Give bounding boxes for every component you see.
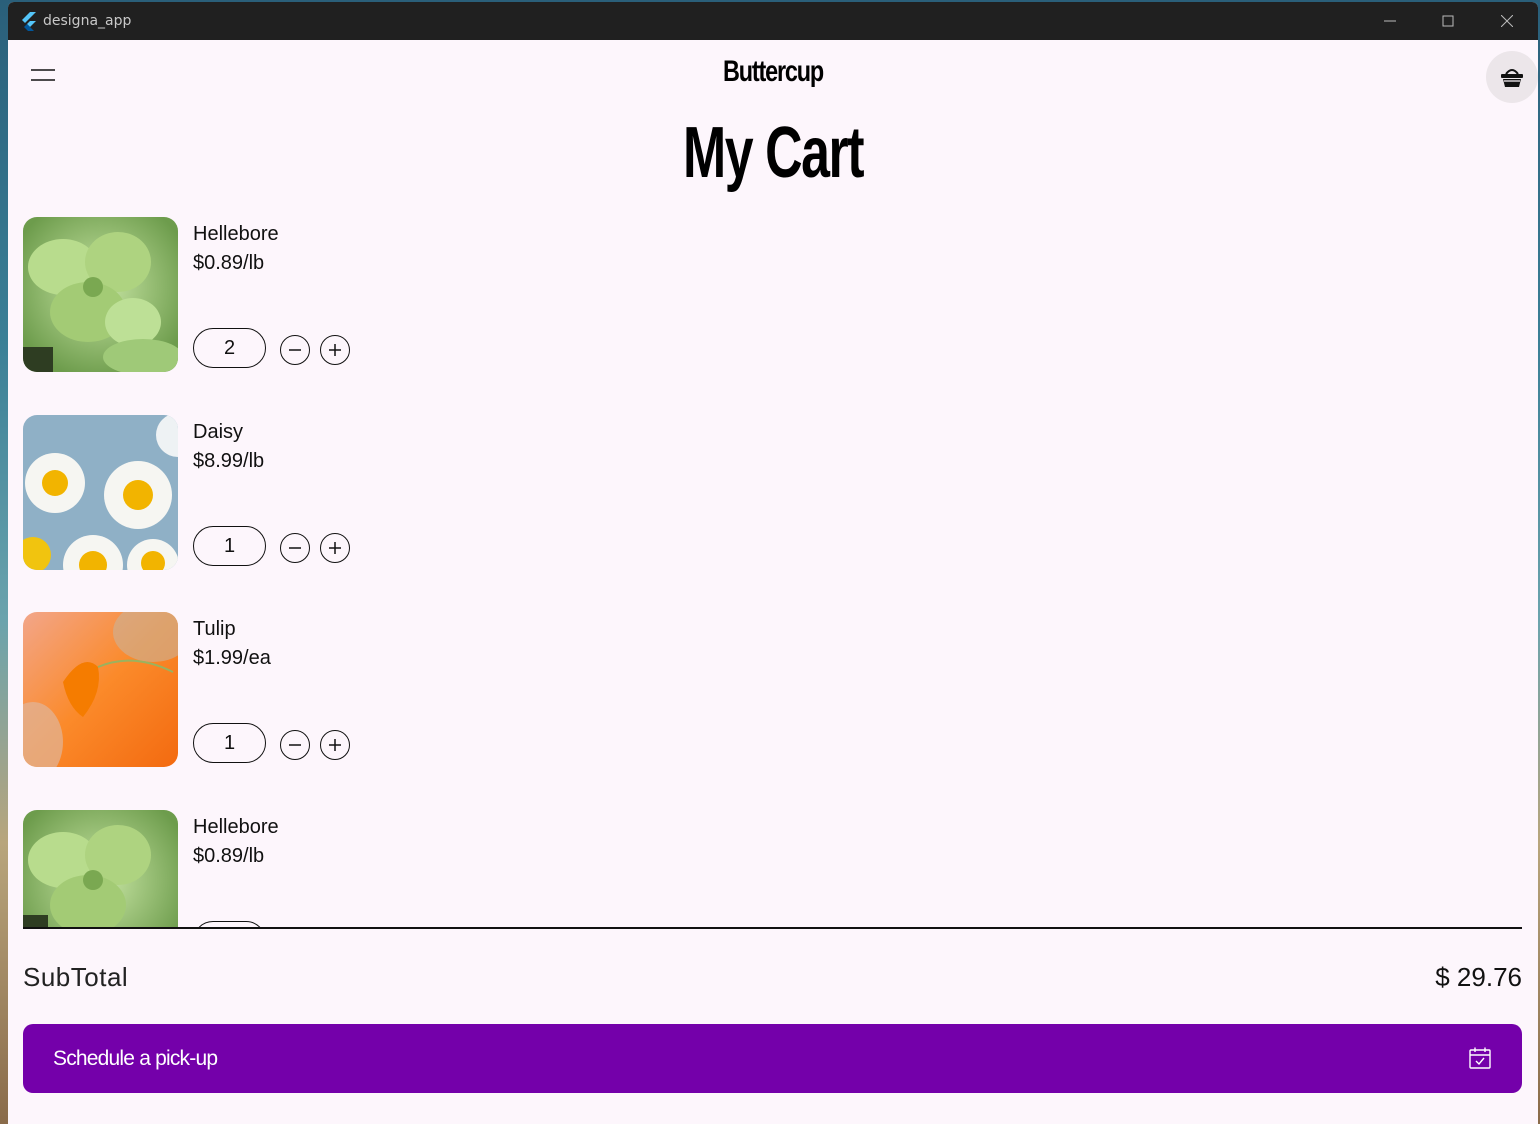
subtotal-value: $ 29.76	[1435, 962, 1522, 992]
item-name: Tulip	[193, 618, 236, 640]
item-price: $8.99/lb	[193, 450, 265, 472]
window-title: designa_app	[43, 13, 132, 29]
decrease-quantity-button[interactable]	[280, 533, 310, 563]
schedule-pickup-button[interactable]: Schedule a pick-up	[23, 1024, 1522, 1093]
item-price: $0.89/lb	[193, 252, 265, 274]
minimize-button[interactable]	[1361, 2, 1419, 40]
minus-icon	[289, 744, 301, 746]
divider	[23, 927, 1522, 929]
page-title: My Cart	[682, 113, 864, 193]
hellebore-image	[23, 217, 178, 372]
decrease-quantity-button[interactable]	[280, 335, 310, 365]
increase-quantity-button[interactable]	[320, 730, 350, 760]
maximize-icon	[1442, 15, 1454, 27]
minus-icon	[289, 547, 301, 549]
cart-item: Tulip $1.99/ea 1	[23, 612, 1522, 768]
tulip-image	[23, 612, 178, 767]
item-price: $1.99/ea	[193, 647, 271, 669]
quantity-field[interactable]: 1	[193, 723, 266, 763]
cart-item: Hellebore $0.89/lb	[23, 810, 1522, 927]
calendar-check-icon	[1469, 1047, 1491, 1069]
quantity-field[interactable]: 2	[193, 328, 266, 368]
brand-title: Buttercup	[723, 55, 824, 88]
app-window: designa_app Buttercup My Cart Hellebore …	[8, 2, 1538, 1124]
item-name: Hellebore	[193, 223, 279, 245]
title-bar: designa_app	[8, 2, 1538, 40]
item-name: Daisy	[193, 421, 244, 443]
schedule-pickup-label: Schedule a pick-up	[53, 1046, 218, 1070]
close-icon	[1501, 15, 1513, 27]
flutter-logo-icon	[22, 12, 36, 31]
maximize-button[interactable]	[1419, 2, 1477, 40]
increase-quantity-button[interactable]	[320, 335, 350, 365]
item-price: $0.89/lb	[193, 845, 265, 867]
plus-icon	[329, 542, 341, 554]
subtotal-label: SubTotal	[23, 962, 129, 992]
hellebore-image	[23, 810, 178, 927]
menu-icon	[31, 69, 55, 81]
cart-list[interactable]: Hellebore $0.89/lb 2 Daisy $8.99/lb 1 Tu…	[23, 217, 1522, 927]
plus-icon	[329, 739, 341, 751]
cart-button[interactable]	[1486, 51, 1538, 103]
plus-icon	[329, 344, 341, 356]
decrease-quantity-button[interactable]	[280, 730, 310, 760]
daisy-image	[23, 415, 178, 570]
close-button[interactable]	[1478, 2, 1536, 40]
cart-item: Daisy $8.99/lb 1	[23, 415, 1522, 571]
cart-item: Hellebore $0.89/lb 2	[23, 217, 1522, 373]
item-name: Hellebore	[193, 816, 279, 838]
minus-icon	[289, 349, 301, 351]
minimize-icon	[1384, 20, 1396, 22]
menu-button[interactable]	[28, 60, 58, 90]
increase-quantity-button[interactable]	[320, 533, 350, 563]
quantity-field[interactable]: 1	[193, 526, 266, 566]
basket-icon	[1501, 69, 1523, 87]
